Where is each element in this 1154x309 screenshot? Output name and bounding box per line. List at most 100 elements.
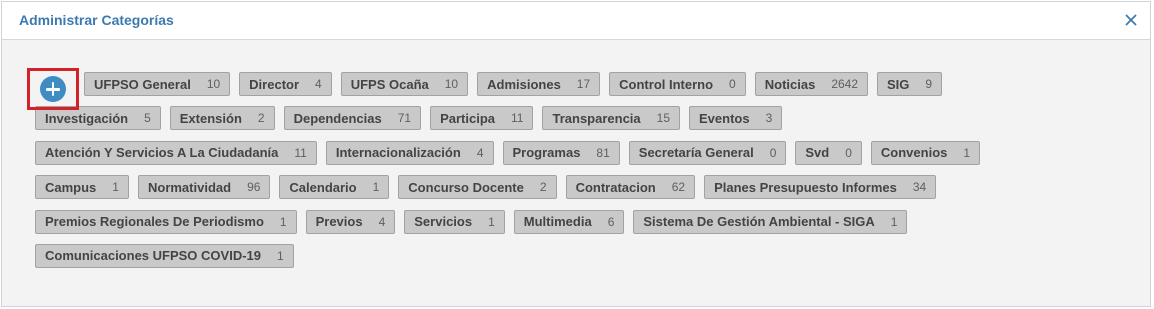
category-label: Normatividad (147, 179, 232, 195)
category-label: Participa (440, 110, 496, 126)
category-count: 81 (596, 145, 610, 160)
category-chip[interactable]: Contratacion 62 (565, 175, 696, 200)
category-label: Concurso Docente (408, 179, 524, 195)
category-chip[interactable]: Secretaría General 0 (628, 140, 787, 165)
category-count: 10 (206, 77, 221, 91)
category-chip[interactable]: Sistema De Gestión Ambiental - SIGA 1 (633, 209, 908, 234)
category-chip[interactable]: Comunicaciones UFPSO COVID-19 1 (35, 243, 294, 268)
category-label: Atención Y Servicios A La Ciudadanía (45, 145, 279, 161)
category-chip[interactable]: UFPSO General 10 (84, 72, 231, 96)
category-count: 4 (315, 77, 322, 91)
category-label: Sistema De Gestión Ambiental - SIGA (643, 214, 875, 230)
category-count: 0 (729, 77, 736, 91)
category-label: Multimedia (523, 214, 592, 230)
category-count: 11 (294, 145, 307, 160)
categories-dialog: Administrar Categorías UFPSO General 10 D… (1, 1, 1151, 307)
category-chip[interactable]: Control Interno 0 (609, 72, 746, 96)
category-count: 96 (247, 180, 261, 195)
category-label: Secretaría General (638, 145, 754, 161)
category-row: Campus 1 Normatividad 96 Calendario 1 Concu… (35, 175, 1150, 200)
category-label: Admisiones (487, 76, 561, 92)
category-chip[interactable]: Dependencias 71 (283, 106, 422, 131)
category-chip[interactable]: Convenios 1 (870, 140, 981, 165)
category-label: Investigación (45, 110, 129, 126)
category-label: UFPSO General (94, 76, 191, 92)
category-count: 0 (845, 145, 852, 160)
category-count: 1 (277, 248, 284, 263)
category-count: 9 (925, 77, 933, 91)
category-label: Director (249, 76, 300, 92)
category-count: 1 (963, 145, 971, 160)
category-row: Premios Regionales De Periodismo 1 Previo… (35, 209, 1150, 234)
category-label: Dependencias (293, 110, 382, 126)
dialog-header: Administrar Categorías (2, 2, 1150, 40)
category-chip[interactable]: Premios Regionales De Periodismo 1 (35, 209, 297, 234)
category-chip[interactable]: Svd 0 (795, 140, 862, 165)
category-label: SIG (887, 76, 910, 92)
category-count: 15 (656, 111, 670, 126)
categories-body: UFPSO General 10 Director 4 UFPS Ocaña 10 A… (2, 40, 1150, 268)
category-count: 17 (576, 77, 591, 91)
category-chip[interactable]: Director 4 (239, 72, 332, 96)
category-label: Programas (512, 145, 581, 161)
category-row: Investigación 5 Extensión 2 Dependencias 71… (35, 106, 1150, 131)
category-count: 5 (144, 111, 151, 126)
category-count: 2 (539, 180, 547, 195)
category-chip[interactable]: Planes Presupuesto Informes 34 (704, 175, 937, 200)
category-count: 6 (607, 214, 615, 229)
dialog-title: Administrar Categorías (19, 12, 174, 28)
category-chip[interactable]: Atención Y Servicios A La Ciudadanía 11 (35, 140, 317, 165)
category-count: 1 (372, 180, 380, 195)
category-count: 10 (444, 77, 459, 91)
category-count: 62 (671, 180, 686, 195)
category-chip[interactable]: Multimedia 6 (513, 209, 625, 234)
category-chip[interactable]: UFPS Ocaña 10 (340, 72, 469, 96)
category-chip[interactable]: Internacionalización 4 (325, 140, 494, 165)
category-chip[interactable]: Participa 11 (430, 106, 534, 131)
add-category-button[interactable] (40, 76, 66, 102)
category-label: Planes Presupuesto Informes (714, 179, 897, 195)
category-chip[interactable]: Admisiones 17 (477, 72, 601, 96)
category-chip[interactable]: Transparencia 15 (542, 106, 680, 131)
category-chip[interactable]: Calendario 1 (279, 175, 390, 200)
category-label: Convenios (880, 145, 948, 161)
category-chip[interactable]: Previos 4 (305, 209, 396, 234)
category-chip[interactable]: Normatividad 96 (137, 175, 271, 200)
category-label: Servicios (414, 214, 473, 230)
category-count: 4 (476, 145, 484, 160)
category-row: Atención Y Servicios A La Ciudadanía 11 I… (35, 140, 1150, 165)
category-label: Contratacion (575, 179, 656, 195)
category-label: Noticias (764, 76, 816, 92)
category-count: 71 (397, 111, 412, 126)
category-label: Transparencia (552, 110, 641, 126)
close-icon[interactable] (1122, 11, 1140, 29)
category-count: 2642 (831, 77, 859, 91)
category-chip[interactable]: Concurso Docente 2 (398, 175, 557, 200)
category-label: Eventos (699, 110, 750, 126)
category-label: Control Interno (619, 76, 714, 92)
category-count: 11 (511, 111, 524, 126)
category-count: 1 (890, 214, 898, 229)
category-count: 1 (488, 214, 495, 229)
category-chip[interactable]: Noticias 2642 (754, 72, 869, 96)
category-count: 3 (765, 111, 773, 126)
category-label: Extensión (179, 110, 242, 126)
category-count: 1 (279, 214, 287, 229)
category-row: Comunicaciones UFPSO COVID-19 1 (35, 243, 1150, 268)
category-chip[interactable]: Campus 1 (35, 175, 129, 200)
category-chip[interactable]: Servicios 1 (404, 209, 505, 234)
add-category-highlight (27, 68, 79, 110)
category-count: 0 (769, 145, 777, 160)
category-label: Internacionalización (335, 145, 461, 161)
category-label: Premios Regionales De Periodismo (45, 214, 264, 230)
category-label: UFPS Ocaña (350, 76, 429, 92)
category-label: Comunicaciones UFPSO COVID-19 (45, 248, 261, 264)
category-count: 4 (378, 214, 386, 229)
category-count: 1 (112, 180, 119, 195)
category-chip[interactable]: Extensión 2 (169, 106, 275, 131)
category-chip[interactable]: Eventos 3 (689, 106, 783, 131)
category-count: 34 (912, 180, 927, 195)
category-chip[interactable]: Programas 81 (502, 140, 620, 165)
category-chip[interactable]: SIG 9 (877, 72, 943, 96)
category-label: Previos (315, 214, 363, 230)
